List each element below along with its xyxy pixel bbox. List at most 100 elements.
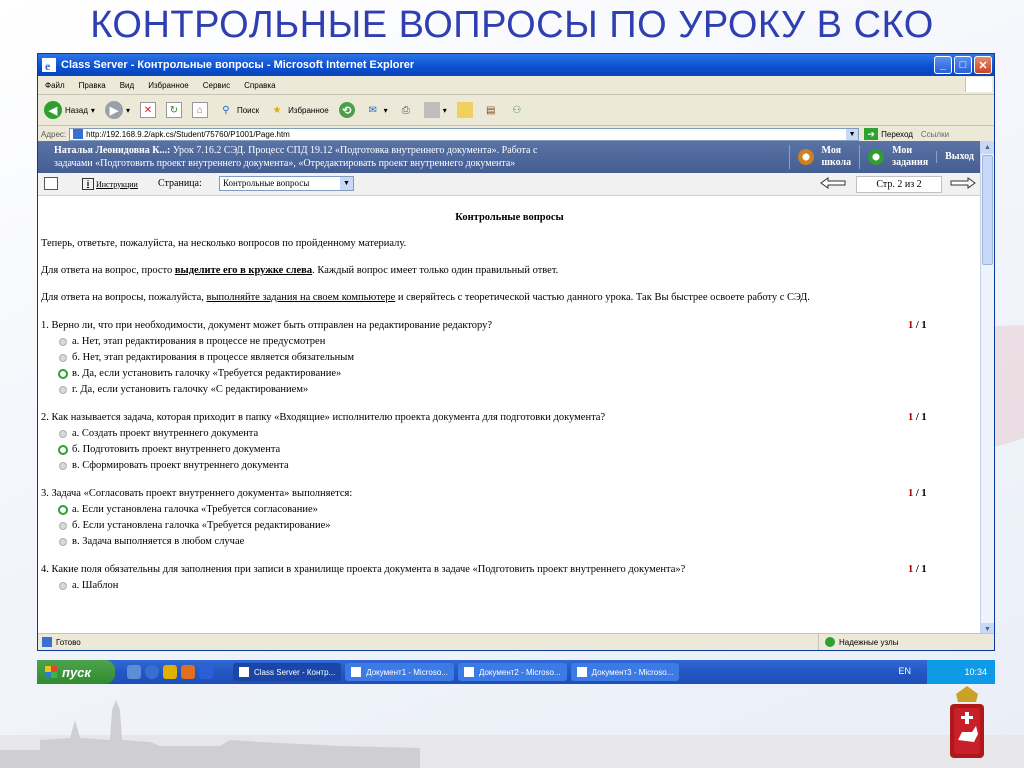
go-label: Переход bbox=[881, 129, 913, 139]
start-button[interactable]: пуск bbox=[37, 660, 115, 684]
answer-option-label: б. Если установлена галочка «Требуется р… bbox=[72, 520, 331, 531]
dropdown-arrow-icon: ▾ bbox=[442, 105, 447, 115]
task-document-3[interactable]: Документ3 - Microso... bbox=[570, 663, 680, 681]
radio-icon[interactable] bbox=[59, 386, 67, 394]
page-content: Наталья Леонидовна К...: Урок 7.16.2 СЭД… bbox=[38, 141, 982, 636]
media-icon[interactable] bbox=[181, 665, 195, 679]
radio-icon[interactable] bbox=[59, 538, 67, 546]
answer-option[interactable]: в. Задача выполняется в любом случае bbox=[41, 534, 978, 550]
history-button[interactable]: ⟲ bbox=[338, 102, 355, 118]
my-school-link[interactable]: Моя школа bbox=[788, 145, 860, 169]
answer-option-label: а. Нет, этап редактирования в процессе н… bbox=[72, 336, 326, 347]
question-block: 2. Как называется задача, которая приход… bbox=[41, 410, 978, 474]
radio-icon[interactable] bbox=[59, 338, 67, 346]
answer-option[interactable]: а. Нет, этап редактирования в процессе н… bbox=[41, 334, 978, 350]
menu-view[interactable]: Вид bbox=[113, 81, 141, 90]
search-label: Поиск bbox=[236, 105, 260, 115]
messenger-button[interactable]: ⚇ bbox=[509, 102, 525, 118]
home-button[interactable]: ⌂ bbox=[191, 102, 208, 118]
answer-option[interactable]: в. Да, если установить галочку «Требуетс… bbox=[41, 366, 978, 382]
answer-option[interactable]: б. Подготовить проект внутреннего докуме… bbox=[41, 442, 978, 458]
answer-option[interactable]: а. Если установлена галочка «Требуется с… bbox=[41, 502, 978, 518]
menu-file[interactable]: Файл bbox=[38, 81, 72, 90]
menu-help[interactable]: Справка bbox=[237, 81, 282, 90]
radio-selected-icon[interactable] bbox=[58, 445, 68, 455]
back-button[interactable]: ◀ Назад ▾ bbox=[44, 101, 95, 119]
document-title: Контрольные вопросы bbox=[455, 212, 564, 223]
prev-page-arrow-icon[interactable] bbox=[820, 177, 846, 189]
lesson-title: Наталья Леонидовна К...: Урок 7.16.2 СЭД… bbox=[54, 144, 734, 170]
radio-selected-icon[interactable] bbox=[58, 369, 68, 379]
language-indicator[interactable]: EN bbox=[898, 666, 911, 676]
folder-icon bbox=[456, 102, 473, 118]
answer-option[interactable]: б. Если установлена галочка «Требуется р… bbox=[41, 518, 978, 534]
forward-button[interactable]: ▶ ▾ bbox=[104, 101, 130, 119]
task-class-server[interactable]: Class Server - Контр... bbox=[233, 663, 342, 681]
questions-document: Контрольные вопросы Теперь, ответьте, по… bbox=[38, 212, 982, 594]
answer-option[interactable]: г. Да, если установить галочку «С редакт… bbox=[41, 382, 978, 398]
next-page-arrow-icon[interactable] bbox=[950, 177, 976, 189]
mail-button[interactable]: ✉ ▾ bbox=[365, 102, 387, 118]
printer-icon: ⎙ bbox=[401, 104, 410, 116]
vertical-scrollbar[interactable]: ▲ ▼ bbox=[980, 141, 994, 636]
user-name: Наталья Леонидовна К...: bbox=[54, 145, 171, 156]
scroll-up-icon[interactable]: ▲ bbox=[981, 141, 994, 154]
radio-icon[interactable] bbox=[59, 430, 67, 438]
status-ready-label: Готово bbox=[56, 637, 81, 647]
search-icon: ⚲ bbox=[222, 104, 230, 116]
research-button[interactable]: ▤ bbox=[483, 102, 499, 118]
answer-option[interactable]: б. Нет, этап редактирования в процессе я… bbox=[41, 350, 978, 366]
stop-icon: ✕ bbox=[139, 102, 156, 118]
menu-favorites[interactable]: Избранное bbox=[141, 81, 196, 90]
outlook-icon[interactable] bbox=[163, 665, 177, 679]
answer-option[interactable]: а. Шаблон bbox=[41, 578, 978, 594]
word-icon[interactable] bbox=[199, 665, 213, 679]
star-icon: ★ bbox=[272, 104, 282, 116]
question-score: 1 / 1 bbox=[908, 564, 927, 575]
menu-edit[interactable]: Правка bbox=[72, 81, 113, 90]
go-button[interactable]: ➔ Переход bbox=[864, 128, 913, 140]
intro-text: Теперь, ответьте, пожалуйста, на несколь… bbox=[41, 238, 407, 249]
stop-button[interactable]: ✕ bbox=[139, 102, 156, 118]
window-titlebar[interactable]: e Class Server - Контрольные вопросы - M… bbox=[38, 54, 994, 76]
my-tasks-link[interactable]: Мои задания bbox=[859, 145, 936, 169]
minimize-button[interactable]: _ bbox=[934, 56, 952, 74]
ie-quicklaunch-icon[interactable] bbox=[145, 665, 159, 679]
links-button[interactable]: Ссылки bbox=[921, 130, 949, 139]
radio-icon[interactable] bbox=[59, 582, 67, 590]
answer-option-label: б. Нет, этап редактирования в процессе я… bbox=[72, 352, 354, 363]
exit-link[interactable]: Выход bbox=[936, 151, 982, 163]
answer-option-label: в. Сформировать проект внутреннего докум… bbox=[72, 460, 289, 471]
menu-tools[interactable]: Сервис bbox=[196, 81, 237, 90]
question-score: 1 / 1 bbox=[908, 488, 927, 499]
radio-selected-icon[interactable] bbox=[58, 505, 68, 515]
scroll-thumb[interactable] bbox=[982, 155, 993, 265]
show-desktop-icon[interactable] bbox=[127, 665, 141, 679]
favorites-button[interactable]: ★ Избранное bbox=[269, 102, 329, 118]
print-button[interactable]: ⎙ bbox=[398, 102, 414, 118]
save-icon[interactable] bbox=[44, 177, 58, 190]
search-button[interactable]: ⚲ Поиск bbox=[218, 102, 259, 118]
word-icon bbox=[463, 667, 474, 677]
answer-option[interactable]: в. Сформировать проект внутреннего докум… bbox=[41, 458, 978, 474]
answer-option-label: г. Да, если установить галочку «С редакт… bbox=[72, 384, 309, 395]
radio-icon[interactable] bbox=[59, 462, 67, 470]
task-document-1[interactable]: Документ1 - Microso... bbox=[345, 663, 454, 681]
instructions-label: Инструкции bbox=[96, 179, 138, 189]
page-navigation-bar: i Инструкции Страница: Контрольные вопро… bbox=[38, 173, 982, 196]
refresh-button[interactable]: ↻ bbox=[165, 102, 182, 118]
radio-icon[interactable] bbox=[59, 354, 67, 362]
answer-option[interactable]: а. Создать проект внутреннего документа bbox=[41, 426, 978, 442]
chevron-down-icon[interactable]: ▼ bbox=[846, 128, 859, 140]
maximize-button[interactable]: □ bbox=[954, 56, 972, 74]
instructions-link[interactable]: i Инструкции bbox=[82, 178, 138, 190]
radio-icon[interactable] bbox=[59, 522, 67, 530]
security-zone: Надежные узлы bbox=[818, 634, 898, 650]
address-input[interactable]: http://192.168.9.2/apk.cs/Student/75760/… bbox=[69, 127, 860, 141]
task-document-2[interactable]: Документ2 - Microso... bbox=[457, 663, 567, 681]
close-button[interactable]: ✕ bbox=[974, 56, 992, 74]
edit-button[interactable]: ▾ bbox=[423, 102, 447, 118]
folder-button[interactable] bbox=[456, 102, 473, 118]
page-select[interactable]: Контрольные вопросы ▼ bbox=[219, 176, 354, 191]
question-text: 3. Задача «Согласовать проект внутреннег… bbox=[41, 486, 978, 502]
